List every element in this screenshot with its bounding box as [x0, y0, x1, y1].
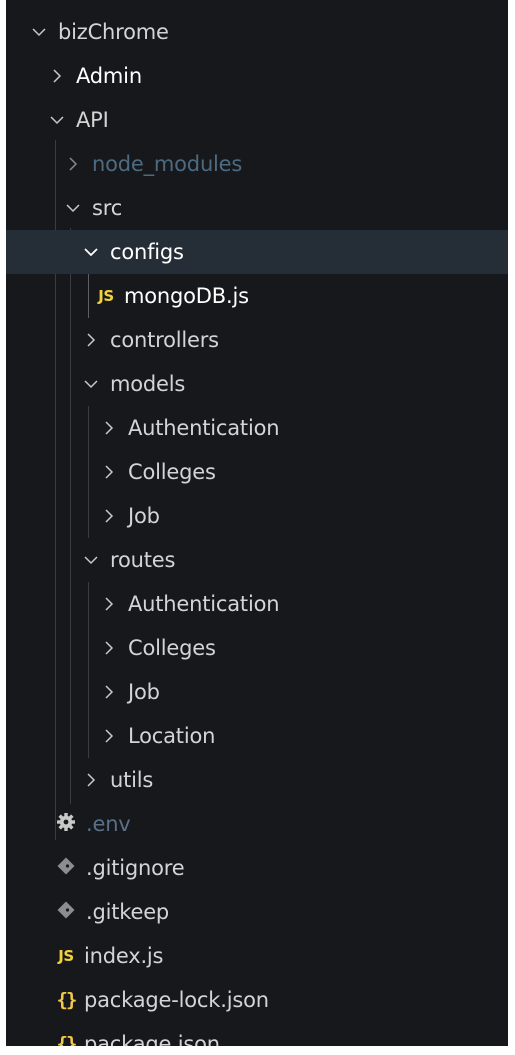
tree-item-label: API	[76, 108, 109, 132]
chevron-right-icon	[46, 65, 68, 87]
chevron-down-icon	[80, 549, 102, 571]
chevron-down-icon	[28, 21, 50, 43]
tree-item-configs[interactable]: configs	[6, 230, 508, 274]
js-file-icon: JS	[98, 287, 114, 305]
js-file-icon: JS	[58, 947, 74, 965]
image-border-right	[508, 0, 515, 1055]
tree-item-label: Job	[128, 680, 160, 704]
chevron-down-icon	[46, 109, 68, 131]
chevron-right-icon	[80, 329, 102, 351]
tree-item-models-authentication[interactable]: Authentication	[6, 406, 508, 450]
chevron-right-icon	[98, 461, 120, 483]
tree-item-label: bizChrome	[58, 20, 169, 44]
chevron-right-icon	[98, 593, 120, 615]
chevron-right-icon	[80, 769, 102, 791]
tree-item-label: Colleges	[128, 460, 216, 484]
tree-item-label: .gitignore	[86, 856, 185, 880]
tree-item-models-job[interactable]: Job	[6, 494, 508, 538]
tree-item-label: mongoDB.js	[124, 284, 249, 308]
tree-item-routes-location[interactable]: Location	[6, 714, 508, 758]
tree-item-env[interactable]: .env	[6, 802, 508, 846]
tree-item-api[interactable]: API	[6, 98, 508, 142]
tree-item-routes-authentication[interactable]: Authentication	[6, 582, 508, 626]
chevron-right-icon	[98, 725, 120, 747]
tree-item-routes[interactable]: routes	[6, 538, 508, 582]
tree-item-label: Location	[128, 724, 216, 748]
chevron-down-icon	[62, 197, 84, 219]
tree-item-label: Job	[128, 504, 160, 528]
tree-item-mongodb-js[interactable]: JS mongoDB.js	[6, 274, 508, 318]
tree-item-package-lock-json[interactable]: {} package-lock.json	[6, 978, 508, 1022]
tree-item-node-modules[interactable]: node_modules	[6, 142, 508, 186]
tree-item-admin[interactable]: Admin	[6, 54, 508, 98]
tree-item-gitkeep[interactable]: .gitkeep	[6, 890, 508, 934]
tree-item-models-colleges[interactable]: Colleges	[6, 450, 508, 494]
tree-item-label: .env	[86, 812, 131, 836]
tree-item-label: Admin	[76, 64, 142, 88]
tree-item-utils[interactable]: utils	[6, 758, 508, 802]
git-diamond-icon	[54, 899, 78, 926]
tree-item-label: node_modules	[92, 152, 243, 176]
tree-item-label: Authentication	[128, 416, 280, 440]
tree-item-label: src	[92, 196, 123, 220]
tree-item-label: utils	[110, 768, 154, 792]
chevron-right-icon	[98, 505, 120, 527]
chevron-right-icon	[98, 637, 120, 659]
image-border-left	[0, 0, 6, 1055]
tree-item-label: controllers	[110, 328, 219, 352]
tree-item-bizchrome[interactable]: bizChrome	[6, 10, 508, 54]
gear-icon	[54, 811, 78, 838]
tree-item-label: Colleges	[128, 636, 216, 660]
json-file-icon: {}	[56, 989, 78, 1011]
file-explorer-panel: bizChrome Admin API node_modules src con…	[0, 0, 515, 1055]
image-border-bottom	[0, 1046, 515, 1055]
tree-item-label: models	[110, 372, 186, 396]
git-diamond-icon	[54, 855, 78, 882]
chevron-right-icon	[62, 153, 84, 175]
tree-item-label: .gitkeep	[86, 900, 170, 924]
tree-item-label: index.js	[84, 944, 164, 968]
tree-item-label: package-lock.json	[84, 988, 269, 1012]
tree-item-label: configs	[110, 240, 184, 264]
tree-item-routes-job[interactable]: Job	[6, 670, 508, 714]
chevron-right-icon	[98, 681, 120, 703]
tree-item-label: Authentication	[128, 592, 280, 616]
chevron-down-icon	[80, 241, 102, 263]
tree-item-label: routes	[110, 548, 176, 572]
tree-item-gitignore[interactable]: .gitignore	[6, 846, 508, 890]
tree-item-models[interactable]: models	[6, 362, 508, 406]
chevron-right-icon	[98, 417, 120, 439]
tree-item-index-js[interactable]: JS index.js	[6, 934, 508, 978]
tree-item-routes-colleges[interactable]: Colleges	[6, 626, 508, 670]
tree-item-controllers[interactable]: controllers	[6, 318, 508, 362]
chevron-down-icon	[80, 373, 102, 395]
tree-item-src[interactable]: src	[6, 186, 508, 230]
